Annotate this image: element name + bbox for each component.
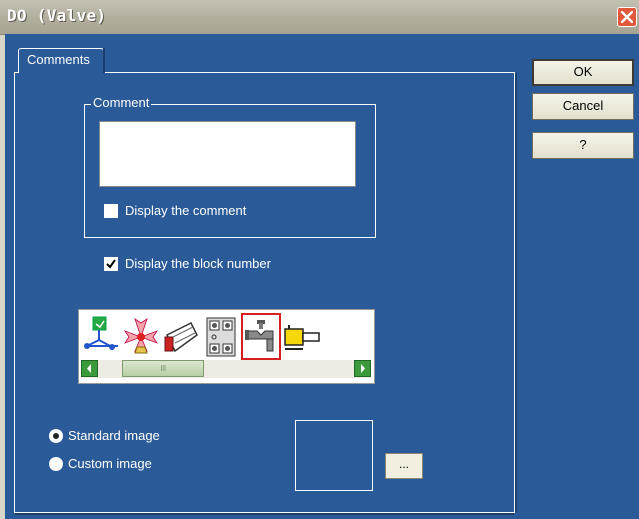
- standard-image-radio[interactable]: [49, 429, 63, 443]
- tab-edge: [103, 48, 105, 73]
- scroll-right-button[interactable]: [354, 360, 371, 377]
- standard-image-label: Standard image: [68, 428, 160, 443]
- image-option-terminal[interactable]: [201, 313, 241, 360]
- window-title: DO (Valve): [7, 6, 107, 25]
- custom-image-label: Custom image: [68, 456, 152, 471]
- display-block-number-checkbox[interactable]: [104, 257, 118, 271]
- fan-icon: [123, 318, 159, 354]
- scroll-thumb[interactable]: III: [122, 360, 204, 377]
- image-option-network[interactable]: [82, 313, 122, 360]
- cancel-button[interactable]: Cancel: [532, 93, 634, 120]
- pump-icon: [284, 325, 320, 350]
- image-option-fan[interactable]: [121, 313, 161, 360]
- title-bar[interactable]: DO (Valve): [0, 0, 639, 35]
- image-option-motor[interactable]: [161, 313, 201, 360]
- close-button[interactable]: [617, 7, 637, 27]
- image-option-valve[interactable]: [241, 313, 281, 360]
- ok-button[interactable]: OK: [532, 59, 634, 86]
- image-option-pump[interactable]: [281, 313, 321, 360]
- terminal-block-icon: [206, 317, 236, 357]
- comment-group-label: Comment: [91, 95, 152, 110]
- display-block-number-label: Display the block number: [125, 256, 271, 271]
- arrow-left-icon: [87, 364, 91, 373]
- help-button[interactable]: ?: [532, 132, 634, 159]
- arrow-right-icon: [361, 364, 365, 373]
- scroll-left-button[interactable]: [81, 360, 98, 377]
- network-icon: [84, 316, 118, 350]
- dialog-window: DO (Valve) Comments Comment Display the …: [0, 0, 639, 519]
- tab-comments[interactable]: Comments: [18, 48, 104, 73]
- valve-icon: [245, 320, 274, 352]
- browse-button[interactable]: ...: [385, 453, 423, 479]
- comment-input[interactable]: [99, 121, 356, 187]
- image-strip-scrollbar[interactable]: III: [81, 360, 371, 378]
- custom-image-radio[interactable]: [49, 457, 63, 471]
- display-comment-label: Display the comment: [125, 203, 247, 218]
- custom-image-preview: [295, 420, 373, 491]
- close-icon: [621, 11, 633, 23]
- checkmark-icon: [106, 259, 116, 269]
- motor-icon: [164, 321, 198, 353]
- display-comment-checkbox[interactable]: [104, 204, 118, 218]
